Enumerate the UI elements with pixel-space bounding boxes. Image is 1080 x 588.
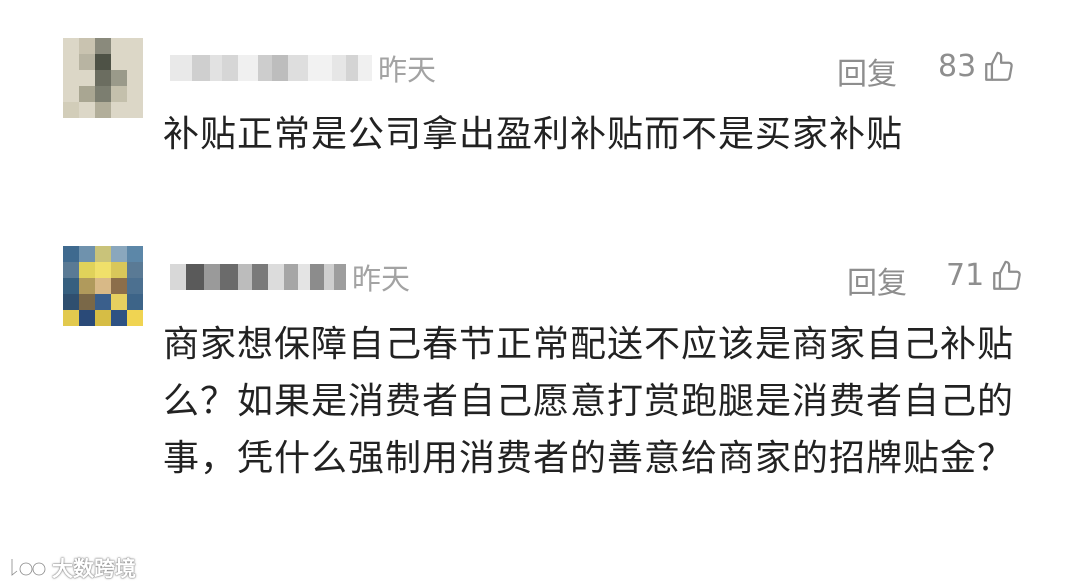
like-count: 71 [946,258,985,293]
username-blurred[interactable] [170,54,372,82]
like-button[interactable]: 83 [938,49,1016,84]
thumbs-up-icon [993,260,1021,290]
like-count: 83 [938,49,977,84]
comment-time: 昨天 [352,262,411,296]
avatar[interactable] [63,38,143,118]
watermark-text: 大数跨境 [52,557,136,581]
comment-text: 商家想保障自己春节正常配送不应该是商家自己补贴么？如果是消费者自己愿意打赏跑腿是… [163,324,1015,479]
comment-text: 补贴正常是公司拿出盈利补贴而不是买家补贴 [163,114,904,155]
like-button[interactable]: 71 [946,258,1024,293]
thumbs-up-icon [985,51,1013,81]
logo-icon [10,559,47,579]
reply-button[interactable]: 回复 [837,49,897,93]
comment-time: 昨天 [378,53,437,87]
username-blurred[interactable] [170,263,346,291]
reply-button[interactable]: 回复 [847,258,907,302]
comment-meta: 昨天 [170,48,436,88]
avatar[interactable] [63,246,143,326]
comment-meta: 昨天 [170,257,410,297]
watermark: 大数跨境 [8,553,136,583]
